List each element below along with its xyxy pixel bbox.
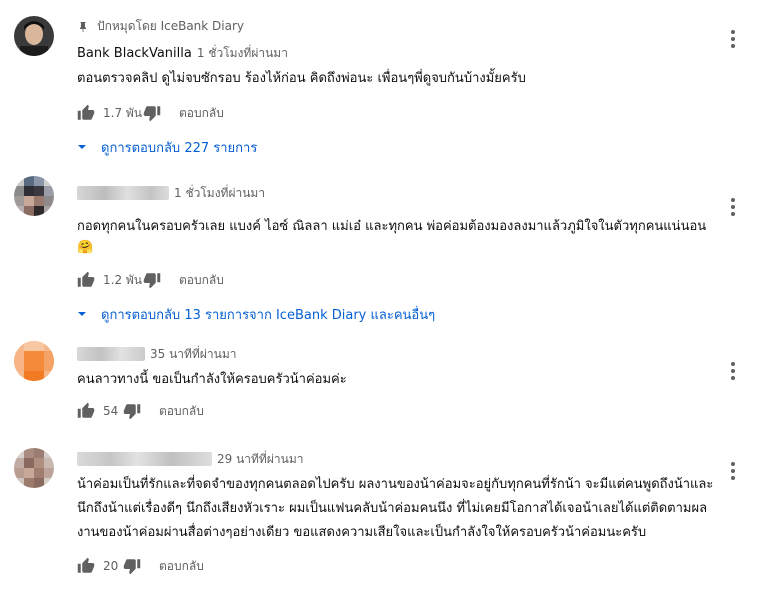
like-count: 20 [103,559,119,573]
comment-author[interactable]: Bank BlackVanilla [77,46,192,61]
blurred-author-name[interactable] [77,186,169,200]
comment-thread: ปักหมุดโดย IceBank Diary Bank BlackVanil… [0,0,771,165]
view-replies-link[interactable]: ดูการตอบกลับ 13 รายการจาก IceBank Diary … [77,304,721,324]
comment-text: น้าค่อมเป็นที่รักและที่จดจำของทุกคนตลอดไ… [77,477,714,540]
reply-button[interactable]: ตอบกลับ [159,402,204,421]
blurred-author-name[interactable] [77,347,145,361]
view-replies-link[interactable]: ดูการตอบกลับ 227 รายการ [77,137,721,157]
blurred-author-name[interactable] [77,452,212,466]
comment-time[interactable]: 1 ชั่วโมงที่ผ่านมา [174,184,265,203]
thumb-down-icon[interactable] [143,271,161,289]
thumb-up-icon[interactable] [77,402,95,420]
comment-time[interactable]: 1 ชั่วโมงที่ผ่านมา [197,44,288,63]
thumb-down-icon[interactable] [123,557,141,575]
thumb-down-icon[interactable] [143,104,161,122]
comment-text: คนลาวทางนี้ ขอเป็นกำลังให้ครอบครัวน้าค่อ… [77,372,347,387]
like-count: 1.2 พัน [103,272,143,287]
comment-thread: 1 ชั่วโมงที่ผ่านมา กอดทุกคนในครอบครัวเลย… [0,172,771,332]
thumb-up-icon[interactable] [77,271,95,289]
more-vert-icon[interactable] [731,462,737,480]
reply-button[interactable]: ตอบกลับ [179,104,224,123]
comment-text: ตอนตรวจคลิป ดูไม่จบซักรอบ ร้องไห้ก่อน คิ… [77,71,526,86]
like-count: 1.7 พัน [103,105,143,120]
more-vert-icon[interactable] [731,30,737,48]
avatar[interactable] [14,448,54,488]
like-count: 54 [103,404,119,418]
comment-thread: 35 นาทีที่ผ่านมา คนลาวทางนี้ ขอเป็นกำลัง… [0,337,771,427]
comment-time[interactable]: 35 นาทีที่ผ่านมา [150,345,236,364]
thumb-down-icon[interactable] [123,402,141,420]
avatar[interactable] [14,16,54,56]
comment-thread: 29 นาทีที่ผ่านมา น้าค่อมเป็นที่รักและที่… [0,440,771,605]
pinned-label: ปักหมุดโดย IceBank Diary [77,17,244,36]
caret-down-icon [78,312,86,316]
comment-time[interactable]: 29 นาทีที่ผ่านมา [217,450,303,469]
thumb-up-icon[interactable] [77,104,95,122]
caret-down-icon [78,145,86,149]
avatar[interactable] [14,176,54,216]
avatar[interactable] [14,341,54,381]
comment-text: กอดทุกคนในครอบครัวเลย แบงค์ ไอซ์ ณิลลา แ… [77,219,707,255]
reply-button[interactable]: ตอบกลับ [179,271,224,290]
thumb-up-icon[interactable] [77,557,95,575]
more-vert-icon[interactable] [731,362,737,380]
pin-icon [80,21,86,32]
more-vert-icon[interactable] [731,198,737,216]
reply-button[interactable]: ตอบกลับ [159,557,204,576]
